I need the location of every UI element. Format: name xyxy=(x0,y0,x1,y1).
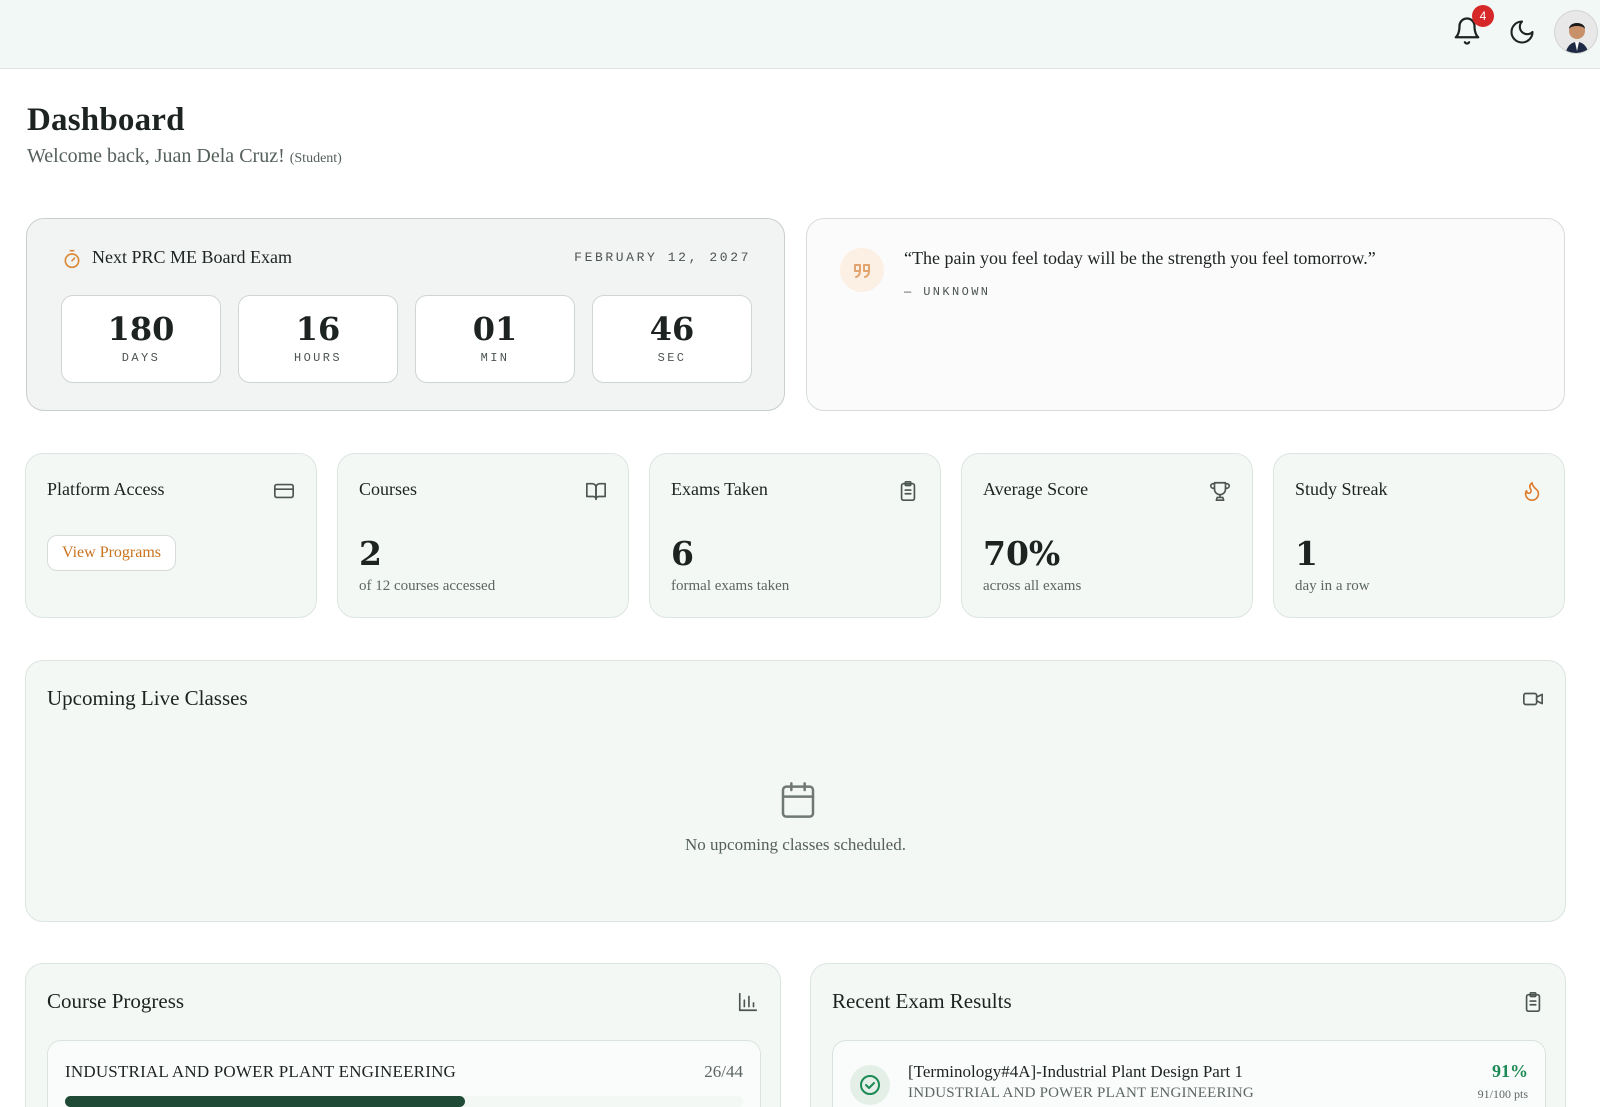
check-circle-icon xyxy=(850,1065,890,1105)
exam-title: [Terminology#4A]-Industrial Plant Design… xyxy=(908,1062,1243,1081)
view-programs-button[interactable]: View Programs xyxy=(47,535,177,571)
study-streak-card: Study Streak 1 day in a row xyxy=(1273,453,1565,618)
stat-label: Average Score xyxy=(983,479,1089,499)
user-role: (Student) xyxy=(289,151,342,166)
avatar[interactable] xyxy=(1554,10,1598,54)
exam-score: 91% xyxy=(1492,1061,1528,1081)
stat-value: 1 xyxy=(1295,534,1318,573)
countdown-hours: 16 HOURS xyxy=(238,295,398,383)
welcome-text: Welcome back, Juan Dela Cruz! xyxy=(27,145,285,167)
countdown-value: 46 xyxy=(649,310,695,348)
moon-icon[interactable] xyxy=(1508,18,1536,46)
clipboard-icon xyxy=(1522,991,1544,1013)
recent-exam-results-card: Recent Exam Results [Terminology#4A]-Ind… xyxy=(810,963,1566,1107)
platform-access-card: Platform Access View Programs xyxy=(25,453,317,618)
exam-course: INDUSTRIAL AND POWER PLANT ENGINEERING xyxy=(908,1085,1254,1101)
stat-sub: formal exams taken xyxy=(671,578,790,594)
stat-label: Exams Taken xyxy=(671,479,768,499)
notification-badge: 4 xyxy=(1472,5,1494,27)
trophy-icon xyxy=(1209,480,1231,502)
exam-points: 91/100 pts xyxy=(1477,1087,1528,1101)
course-lesson-count: 26/44 xyxy=(704,1062,743,1081)
credit-card-icon xyxy=(273,480,295,502)
course-progress-item[interactable]: INDUSTRIAL AND POWER PLANT ENGINEERING 2… xyxy=(47,1040,761,1107)
upcoming-live-classes-card: Upcoming Live Classes No upcoming classe… xyxy=(25,660,1566,922)
course-name: INDUSTRIAL AND POWER PLANT ENGINEERING xyxy=(65,1062,457,1081)
empty-state-text: No upcoming classes scheduled. xyxy=(685,835,906,854)
calendar-icon xyxy=(778,780,818,820)
clipboard-icon xyxy=(897,480,919,502)
courses-card: Courses 2 of 12 courses accessed xyxy=(337,453,629,618)
progress-bar-fill xyxy=(65,1096,466,1107)
book-icon xyxy=(585,480,607,502)
stat-label: Study Streak xyxy=(1295,479,1388,499)
countdown-value: 16 xyxy=(295,310,341,348)
quote-author: — UNKNOWN xyxy=(904,285,991,299)
countdown-title: Next PRC ME Board Exam xyxy=(92,247,292,267)
stat-label: Courses xyxy=(359,479,417,499)
countdown-unit: DAYS xyxy=(121,351,161,365)
page-title: Dashboard xyxy=(27,102,185,138)
welcome-message: Welcome back, Juan Dela Cruz! (Student) xyxy=(27,145,342,168)
video-icon xyxy=(1522,688,1544,710)
countdown-value: 01 xyxy=(472,310,518,348)
bar-chart-icon xyxy=(737,991,759,1013)
countdown-unit: MIN xyxy=(480,351,510,365)
countdown-value: 180 xyxy=(107,310,175,348)
average-score-card: Average Score 70% across all exams xyxy=(961,453,1253,618)
quote-text: “The pain you feel today will be the str… xyxy=(904,248,1376,268)
stat-value: 2 xyxy=(359,534,382,573)
section-title: Recent Exam Results xyxy=(832,989,1012,1013)
stat-value: 6 xyxy=(671,534,694,573)
stat-label: Platform Access xyxy=(47,479,165,499)
stat-value: 70% xyxy=(983,534,1061,573)
exam-date: FEBRUARY 12, 2027 xyxy=(574,250,751,265)
exam-countdown-card: Next PRC ME Board Exam FEBRUARY 12, 2027… xyxy=(26,218,785,411)
countdown-seconds: 46 SEC xyxy=(592,295,752,383)
countdown-days: 180 DAYS xyxy=(61,295,221,383)
quote-icon xyxy=(840,248,884,292)
progress-bar xyxy=(65,1096,743,1107)
course-progress-card: Course Progress INDUSTRIAL AND POWER PLA… xyxy=(25,963,781,1107)
countdown-unit: SEC xyxy=(657,351,687,365)
exam-result-item[interactable]: [Terminology#4A]-Industrial Plant Design… xyxy=(832,1040,1546,1107)
timer-icon xyxy=(62,249,82,269)
countdown-unit: HOURS xyxy=(293,351,342,365)
exams-taken-card: Exams Taken 6 formal exams taken xyxy=(649,453,941,618)
stat-sub: of 12 courses accessed xyxy=(359,578,496,594)
countdown-minutes: 01 MIN xyxy=(415,295,575,383)
section-title: Course Progress xyxy=(47,989,185,1013)
stat-sub: day in a row xyxy=(1295,578,1370,594)
stat-sub: across all exams xyxy=(983,578,1082,594)
section-title: Upcoming Live Classes xyxy=(47,686,248,710)
flame-icon xyxy=(1521,480,1543,502)
quote-card: “The pain you feel today will be the str… xyxy=(806,218,1565,411)
top-bar: 4 xyxy=(0,0,1600,69)
